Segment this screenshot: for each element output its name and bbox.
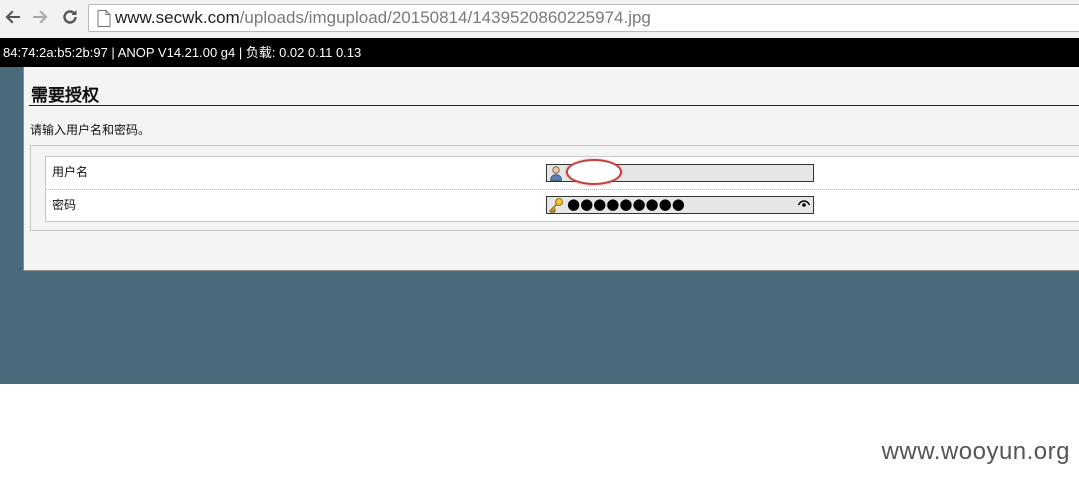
url-text[interactable]: www.secwk.com/uploads/imgupload/20150814…: [115, 8, 651, 28]
key-icon: [548, 198, 563, 213]
username-input[interactable]: [546, 159, 814, 185]
browser-toolbar: www.secwk.com/uploads/imgupload/20150814…: [0, 0, 1079, 39]
username-label: 用户名: [52, 165, 89, 179]
password-mask: ●●●●●●●●●: [567, 195, 685, 213]
password-row: 密码 ●●●●●●●●●: [46, 190, 1079, 222]
eye-icon[interactable]: [798, 198, 810, 210]
password-label: 密码: [52, 198, 77, 212]
device-status-line: 84:74:2a:b5:2b:97 | ANOP V14.21.00 g4 | …: [0, 38, 1079, 67]
back-arrow-icon[interactable]: [2, 6, 24, 28]
redaction-highlight-ellipse: [566, 159, 622, 185]
auth-panel: 需要授权 请输入用户名和密码。 用户名 密码 ●●●●●●●●●: [23, 67, 1079, 271]
url-path: /uploads/imgupload/20150814/143952086022…: [239, 8, 651, 27]
auth-prompt: 请输入用户名和密码。: [30, 123, 151, 137]
reload-icon[interactable]: [59, 6, 81, 28]
password-input[interactable]: ●●●●●●●●●: [546, 195, 814, 214]
page-title: 需要授权: [31, 86, 99, 106]
login-form: 用户名 密码 ●●●●●●●●●: [30, 145, 1079, 231]
title-divider: [29, 105, 1079, 106]
url-host: www.secwk.com: [115, 8, 240, 27]
watermark: www.wooyun.org: [881, 438, 1070, 465]
page-document-icon: [97, 10, 111, 27]
address-bar[interactable]: www.secwk.com/uploads/imgupload/20150814…: [88, 4, 1079, 32]
user-icon: [550, 166, 562, 181]
forward-arrow-icon[interactable]: [29, 6, 51, 28]
login-fields-table: 用户名 密码 ●●●●●●●●●: [45, 156, 1079, 222]
username-row: 用户名: [46, 157, 1079, 190]
